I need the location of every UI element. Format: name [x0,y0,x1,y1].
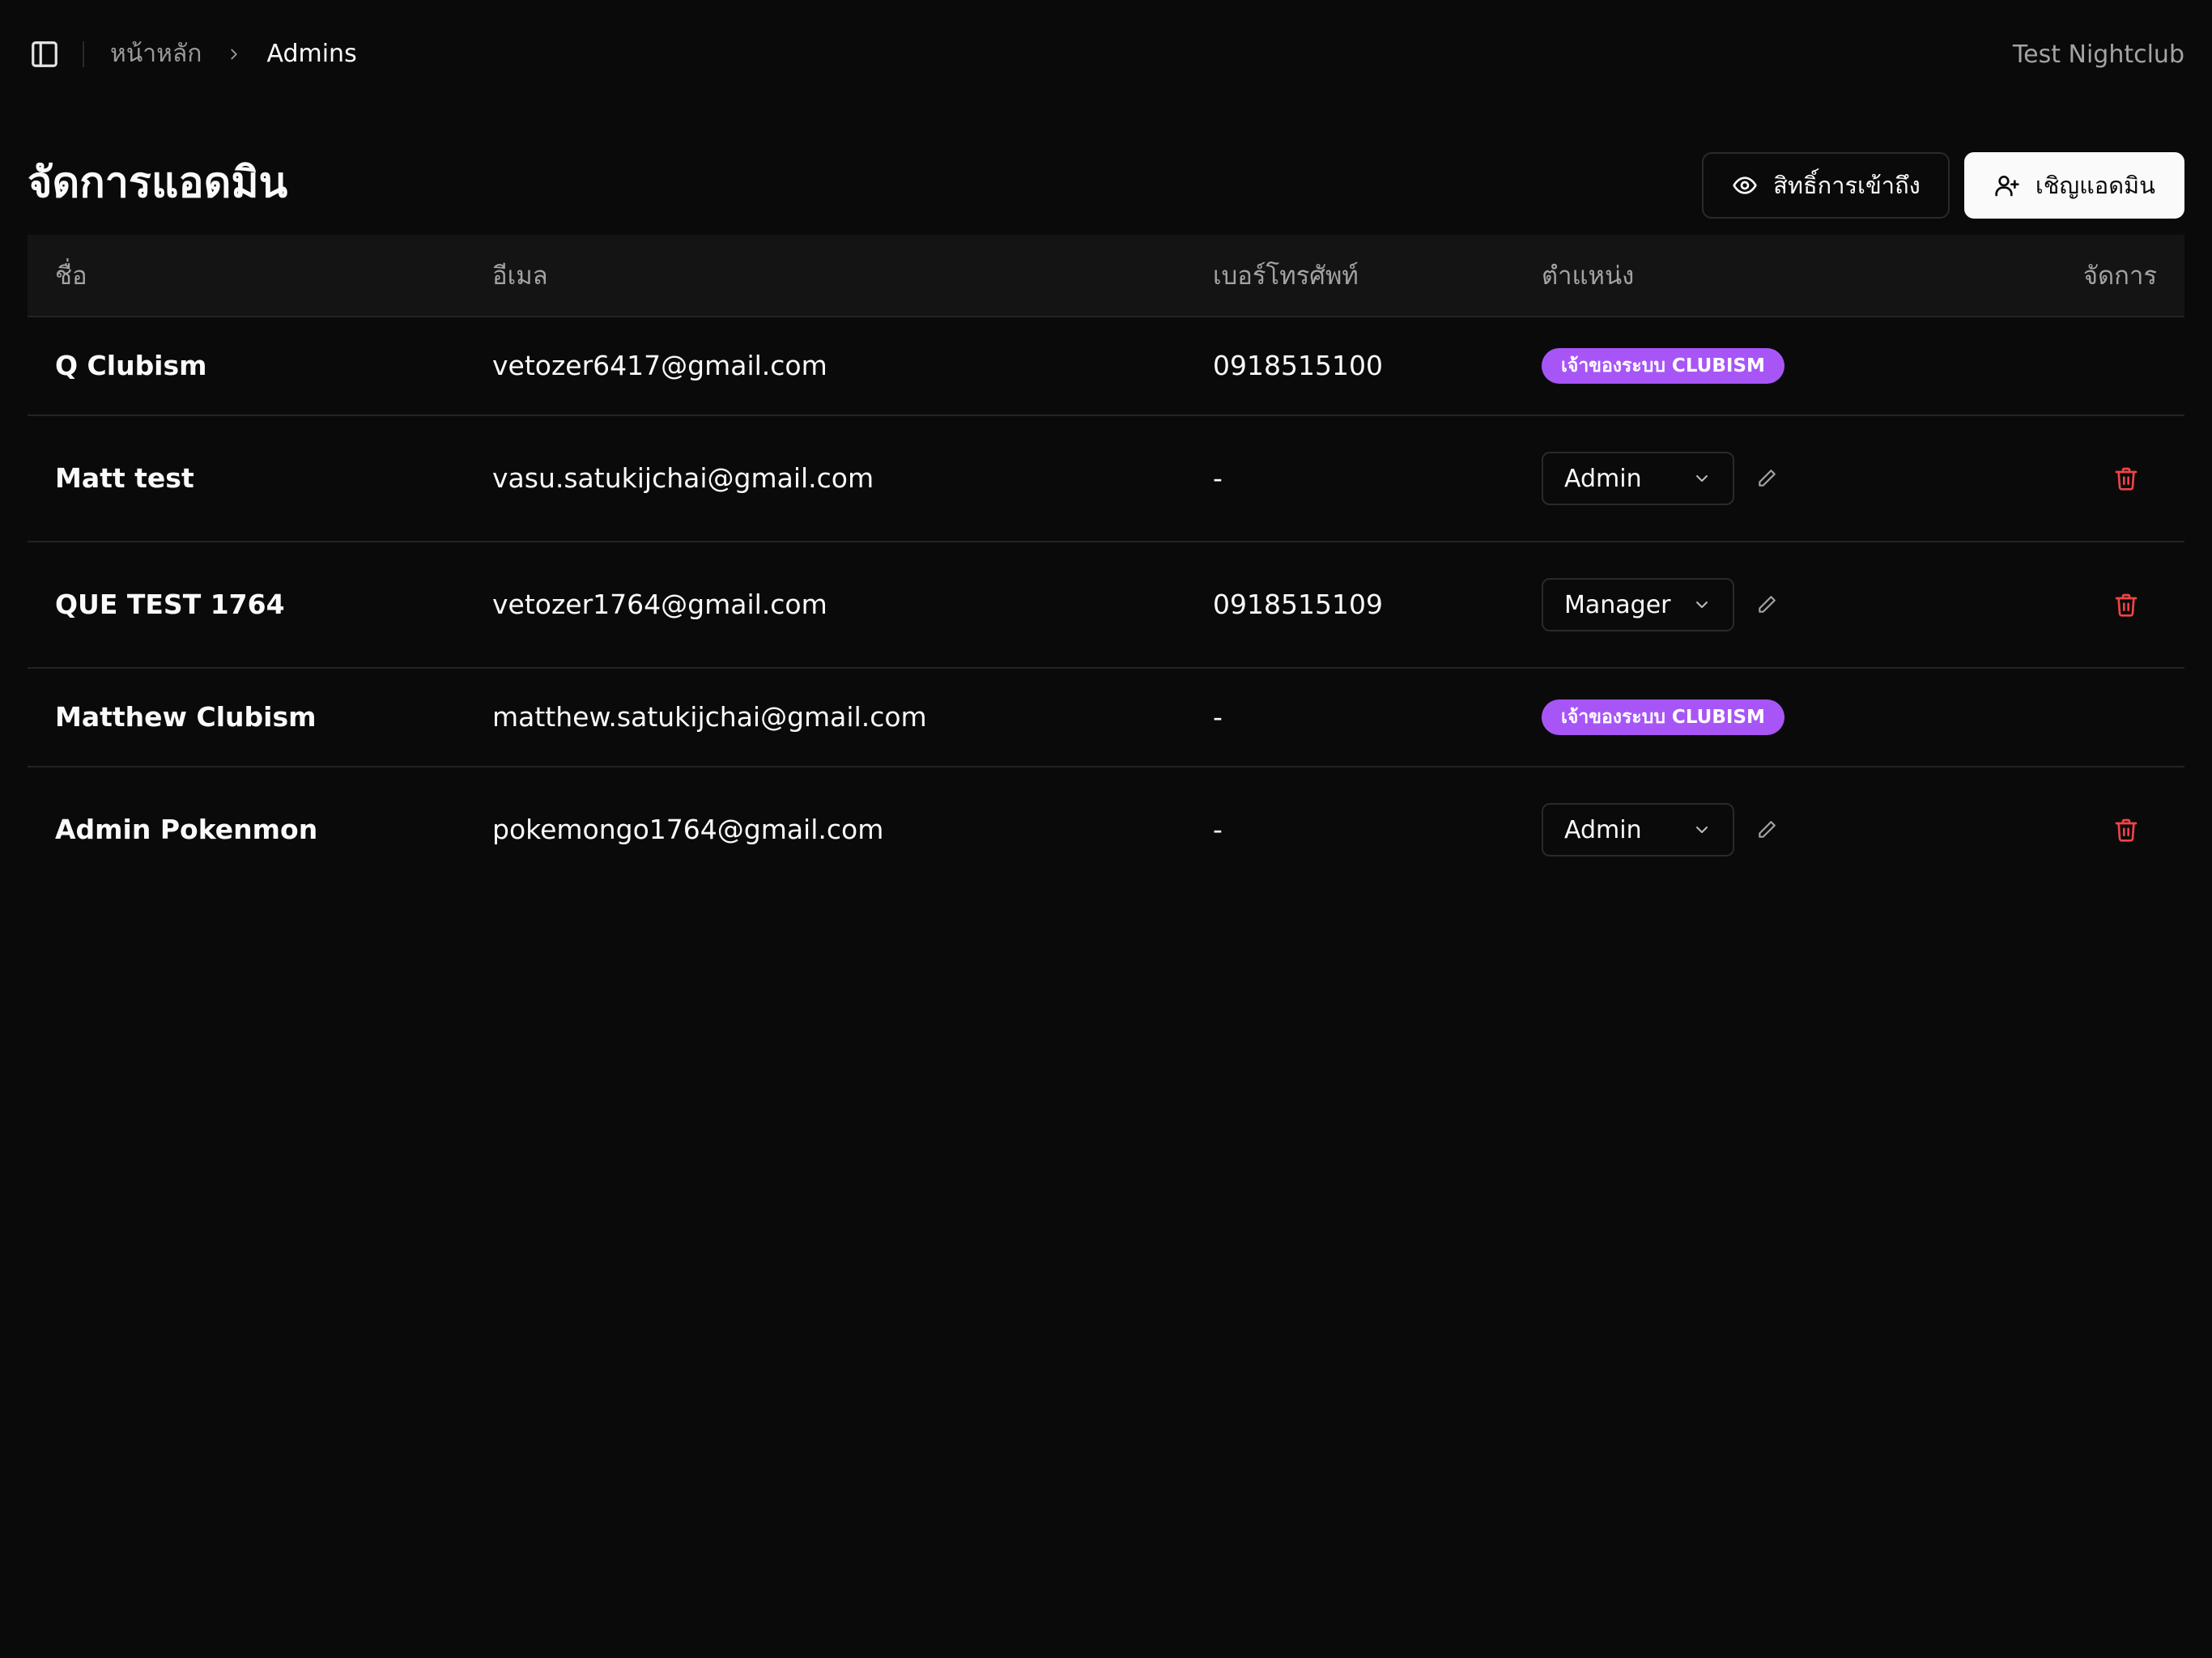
chevron-right-icon [223,43,245,66]
invite-admin-button[interactable]: เชิญแอดมิน [1963,152,2184,219]
admin-name: Matthew Clubism [55,701,317,733]
admin-phone: 0918515109 [1213,589,1383,620]
table-row: Admin Pokenmon pokemongo1764@gmail.com -… [28,767,2184,892]
permissions-button-label: สิทธิ์การเข้าถึง [1773,172,1921,199]
role-select-value: Admin [1564,815,1642,844]
breadcrumb-divider [83,41,84,67]
role-cell: Admin [1542,452,1783,505]
admin-name: Admin Pokenmon [55,814,318,845]
admin-email: vetozer1764@gmail.com [492,589,827,620]
admin-phone: 0918515100 [1213,350,1383,381]
owner-badge: เจ้าของระบบ CLUBISM [1542,348,1784,384]
header-role: ตำแหน่ง [1542,261,1635,291]
breadcrumb-current: Admins [266,40,357,68]
header-phone: เบอร์โทรศัพท์ [1213,261,1359,291]
edit-role-button[interactable] [1750,589,1783,621]
edit-role-button[interactable] [1750,814,1783,846]
club-name: Test Nightclub [2012,40,2184,69]
pencil-icon [1759,821,1776,838]
role-select-value: Admin [1564,464,1642,493]
table-header: ชื่อ อีเมล เบอร์โทรศัพท์ ตำแหน่ง จัดการ [28,235,2184,317]
breadcrumb-home-link[interactable]: หน้าหลัก [110,40,202,69]
owner-badge: เจ้าของระบบ CLUBISM [1542,699,1784,735]
header-email: อีเมล [492,261,548,291]
eye-icon [1731,172,1759,199]
user-plus-icon [1993,172,2021,199]
table-row: Matt test vasu.satukijchai@gmail.com - A… [28,416,2184,542]
role-cell: Admin [1542,803,1783,857]
header-actions: จัดการ [2082,261,2157,291]
edit-role-button[interactable] [1750,462,1783,495]
invite-admin-button-label: เชิญแอดมิน [2035,172,2155,199]
role-select-value: Manager [1564,590,1671,619]
role-cell: เจ้าของระบบ CLUBISM [1542,348,1784,384]
pencil-icon [1759,470,1776,487]
page-title: จัดการแอดมิน [28,159,288,207]
table-row: Q Clubism vetozer6417@gmail.com 09185151… [28,317,2184,416]
table-row: QUE TEST 1764 vetozer1764@gmail.com 0918… [28,542,2184,669]
admin-name: Matt test [55,462,194,494]
chevron-down-icon [1696,475,1708,482]
admin-email: pokemongo1764@gmail.com [492,814,884,845]
delete-admin-button[interactable] [2110,462,2142,495]
role-select[interactable]: Admin [1542,452,1734,505]
role-cell: Manager [1542,578,1783,631]
admins-table: ชื่อ อีเมล เบอร์โทรศัพท์ ตำแหน่ง จัดการ … [28,235,2184,892]
delete-admin-button[interactable] [2110,814,2142,846]
page-actions: สิทธิ์การเข้าถึง เชิญแอดมิน [1702,152,2184,219]
admin-phone: - [1213,462,1223,494]
admin-email: matthew.satukijchai@gmail.com [492,701,927,733]
admin-phone: - [1213,814,1223,845]
table-row: Matthew Clubism matthew.satukijchai@gmai… [28,669,2184,767]
pencil-icon [1759,596,1776,613]
breadcrumb: หน้าหลัก Admins [110,40,357,69]
trash-icon [2115,467,2138,491]
trash-icon [2115,593,2138,617]
sidebar-toggle-button[interactable] [28,37,62,71]
header-name: ชื่อ [55,261,87,291]
admin-name: Q Clubism [55,350,207,381]
trash-icon [2115,818,2138,842]
admin-phone: - [1213,701,1223,733]
admin-email: vetozer6417@gmail.com [492,350,827,381]
role-select[interactable]: Manager [1542,578,1734,631]
chevron-down-icon [1696,602,1708,608]
delete-admin-button[interactable] [2110,589,2142,621]
top-bar: หน้าหลัก Admins Test Nightclub [28,24,2184,84]
panel-left-icon [32,41,57,67]
permissions-button[interactable]: สิทธิ์การเข้าถึง [1702,152,1950,219]
admin-name: QUE TEST 1764 [55,589,285,620]
role-cell: เจ้าของระบบ CLUBISM [1542,699,1784,735]
role-select[interactable]: Admin [1542,803,1734,857]
chevron-down-icon [1696,827,1708,833]
admin-email: vasu.satukijchai@gmail.com [492,462,874,494]
